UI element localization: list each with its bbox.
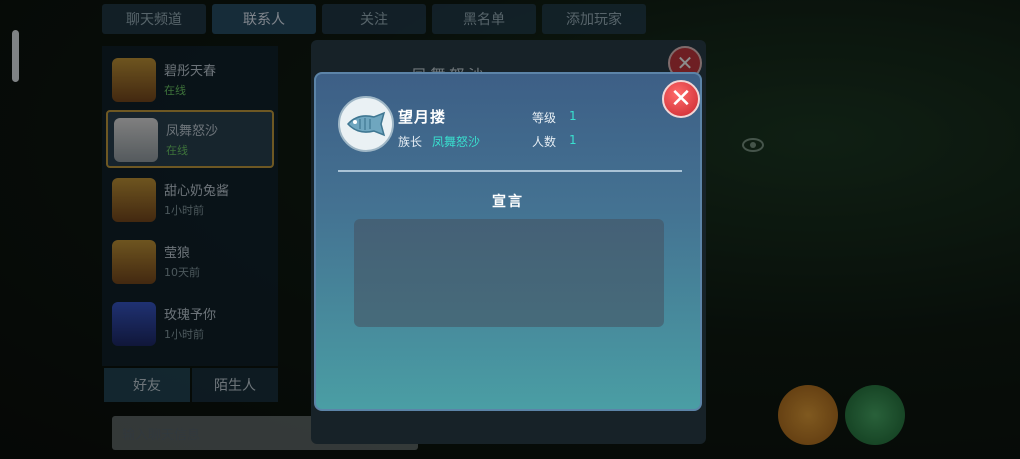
close-icon[interactable]: ✕ (662, 80, 700, 118)
level-value: 1 (569, 109, 577, 123)
divider (338, 170, 682, 172)
declaration-box (354, 219, 664, 327)
level-label: 等级 (532, 111, 557, 125)
declaration-title: 宣言 (492, 194, 524, 210)
leader-label: 族长 (398, 135, 423, 149)
clan-name: 望月搂 (398, 108, 447, 126)
member-count-value: 1 (569, 133, 577, 147)
fish-emblem-icon (338, 96, 394, 152)
member-count-label: 人数 (532, 135, 557, 149)
clan-info-dialog: 望月搂 族长 凤舞怒沙 等级 1 人数 1 宣言 ✕ (314, 72, 702, 411)
leader-value[interactable]: 凤舞怒沙 (432, 133, 480, 150)
